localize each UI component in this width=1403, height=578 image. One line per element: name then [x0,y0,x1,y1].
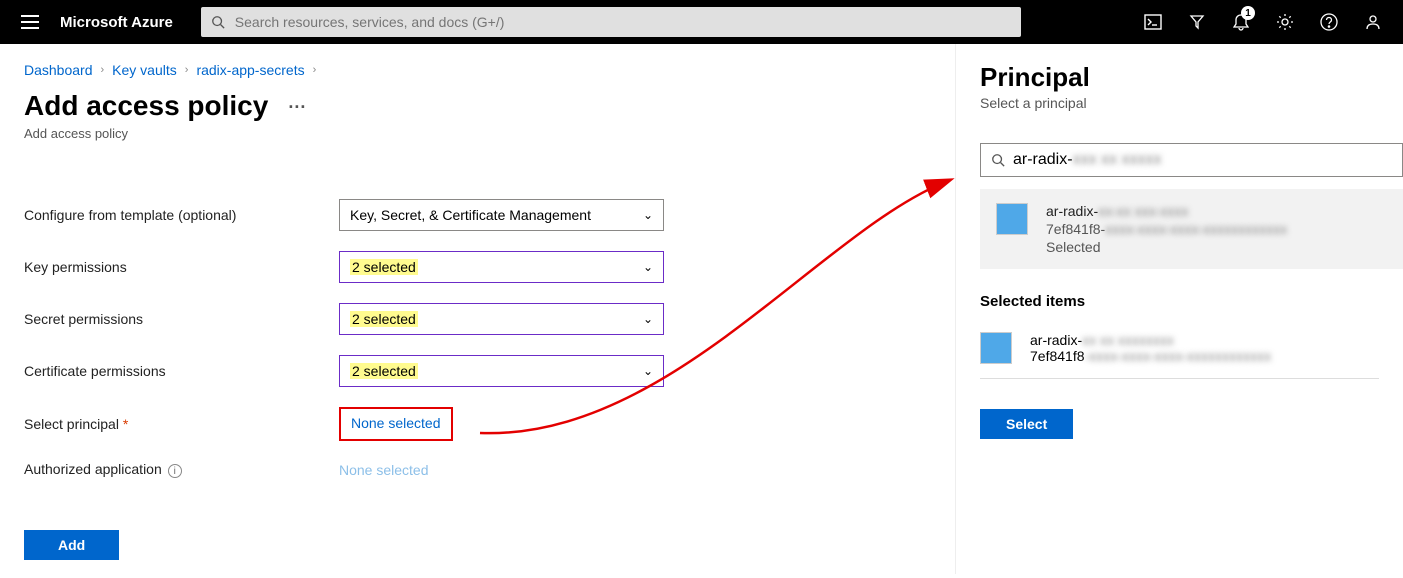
panel-subtitle: Select a principal [980,95,1379,111]
chevron-down-icon: ⌄ [643,312,653,326]
authorized-application-label: Authorized applicationi [24,461,339,478]
global-search-input[interactable] [235,14,1011,30]
select-principal-link[interactable]: None selected [351,415,441,431]
notifications-button[interactable]: 1 [1219,0,1263,44]
selected-guid: 7ef841f8-xxxx-xxxx-xxxx-xxxxxxxxxxxx [1030,348,1271,364]
template-label: Configure from template (optional) [24,207,339,223]
result-guid: 7ef841f8-xxxx-xxxx-xxxx-xxxxxxxxxxxx [1046,221,1287,237]
breadcrumb-vault[interactable]: radix-app-secrets [196,62,304,78]
breadcrumb: Dashboard› Key vaults› radix-app-secrets… [24,62,916,78]
chevron-down-icon: ⌄ [643,260,653,274]
key-permissions-label: Key permissions [24,259,339,275]
chevron-down-icon: ⌄ [643,208,653,222]
select-principal-label: Select principal * [24,416,339,432]
top-navigation-bar: Microsoft Azure 1 [0,0,1403,44]
top-icon-bar: 1 [1131,0,1403,44]
result-status: Selected [1046,239,1100,255]
page-subtitle: Add access policy [24,126,916,141]
feedback-button[interactable] [1351,0,1395,44]
key-permissions-select[interactable]: 2 selected⌄ [339,251,664,283]
add-button[interactable]: Add [24,530,119,560]
chevron-down-icon: ⌄ [643,364,653,378]
page-title: Add access policy··· [24,90,916,122]
more-actions-button[interactable]: ··· [288,97,306,118]
app-icon [996,203,1028,235]
search-icon [991,153,1005,167]
app-icon [980,332,1012,364]
access-policy-form: Configure from template (optional) Key, … [24,199,916,560]
directory-filter-button[interactable] [1175,0,1219,44]
selected-item[interactable]: ar-radix-xx xx xxxxxxxx 7ef841f8-xxxx-xx… [980,318,1379,379]
certificate-permissions-select[interactable]: 2 selected⌄ [339,355,664,387]
global-search-box[interactable] [201,7,1021,37]
search-result-item[interactable]: ar-radix-xx-xx xxx-xxxx 7ef841f8-xxxx-xx… [980,189,1403,269]
notification-badge: 1 [1241,6,1255,20]
panel-title: Principal [980,62,1379,93]
settings-button[interactable] [1263,0,1307,44]
certificate-permissions-label: Certificate permissions [24,363,339,379]
search-icon [211,15,225,29]
selected-items-heading: Selected items [980,293,1379,310]
selected-name: ar-radix-xx xx xxxxxxxx [1030,332,1271,348]
secret-permissions-select[interactable]: 2 selected⌄ [339,303,664,335]
select-button[interactable]: Select [980,409,1073,439]
breadcrumb-dashboard[interactable]: Dashboard [24,62,93,78]
brand-logo[interactable]: Microsoft Azure [60,14,189,31]
main-content: Dashboard› Key vaults› radix-app-secrets… [0,44,940,578]
select-principal-highlight: None selected [339,407,453,441]
authorized-application-link: None selected [339,462,429,478]
principal-panel: Principal Select a principal ar-radix-xx… [955,44,1403,574]
hamburger-menu-button[interactable] [0,0,60,44]
principal-search-input[interactable]: ar-radix-xxx xx xxxxx [1013,151,1161,169]
cloud-shell-button[interactable] [1131,0,1175,44]
template-select[interactable]: Key, Secret, & Certificate Management⌄ [339,199,664,231]
secret-permissions-label: Secret permissions [24,311,339,327]
breadcrumb-keyvaults[interactable]: Key vaults [112,62,177,78]
info-icon[interactable]: i [168,464,182,478]
help-button[interactable] [1307,0,1351,44]
principal-search-box[interactable]: ar-radix-xxx xx xxxxx [980,143,1403,177]
result-name: ar-radix-xx-xx xxx-xxxx [1046,203,1287,219]
